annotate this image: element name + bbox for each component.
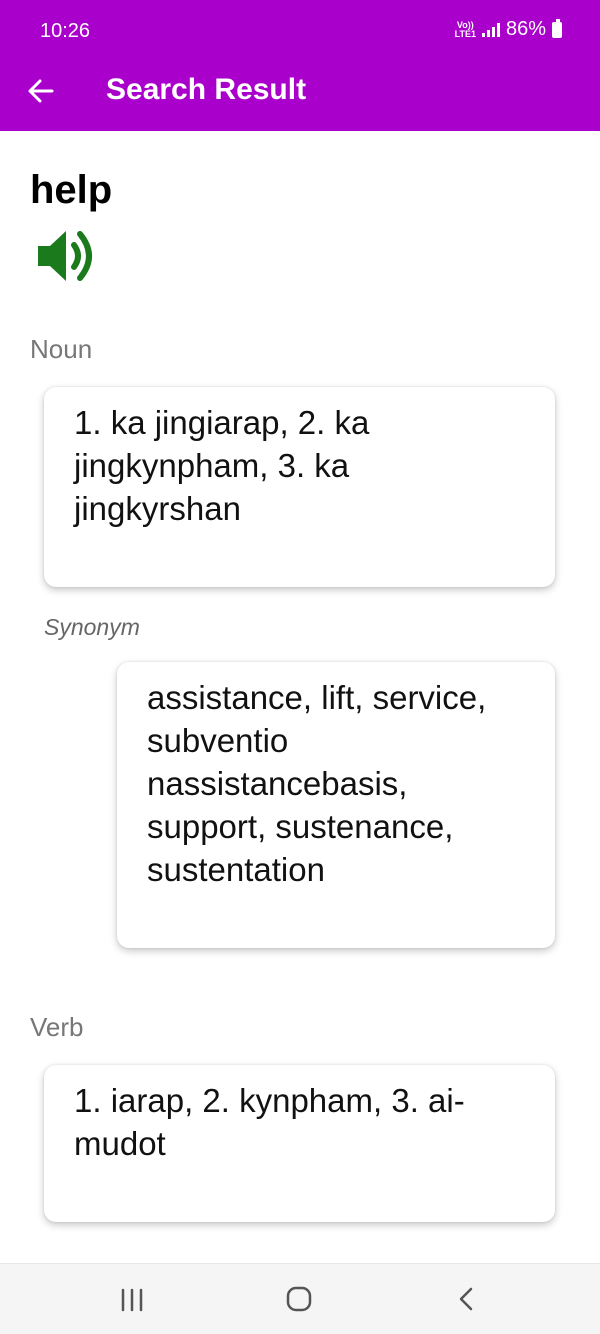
battery-percent: 86%	[505, 18, 546, 40]
signal-icon	[481, 22, 500, 37]
recents-icon[interactable]	[118, 1288, 146, 1312]
network-indicator-icon: Vo)) LTE1	[454, 19, 476, 39]
page-title: Search Result	[106, 73, 307, 106]
noun-label: Noun	[30, 334, 93, 364]
status-icons: Vo)) LTE1 86%	[455, 18, 562, 41]
home-icon[interactable]	[286, 1286, 312, 1312]
app-bar: 10:26 Vo)) LTE1 86% Search Result	[0, 0, 600, 131]
noun-meaning-card: 1. ka jingiarap, 2. ka jingkynpham, 3. k…	[44, 387, 555, 587]
search-word: help	[30, 168, 113, 212]
noun-meaning-text: 1. ka jingiarap, 2. ka jingkynpham, 3. k…	[74, 404, 370, 527]
system-nav-bar	[0, 1263, 600, 1334]
speaker-icon[interactable]	[36, 228, 96, 284]
nav-back-icon[interactable]	[456, 1286, 476, 1312]
battery-icon	[552, 18, 562, 38]
synonym-text: assistance, lift, service, subventio nas…	[147, 679, 487, 888]
synonym-card: assistance, lift, service, subventio nas…	[117, 662, 555, 948]
synonym-label: Synonym	[44, 614, 140, 640]
status-time: 10:26	[40, 20, 91, 42]
verb-meaning-text: 1. iarap, 2. kynpham, 3. ai-mudot	[74, 1082, 465, 1162]
verb-label: Verb	[30, 1012, 84, 1042]
back-arrow-icon[interactable]	[26, 76, 56, 106]
verb-meaning-card: 1. iarap, 2. kynpham, 3. ai-mudot	[44, 1065, 555, 1222]
status-bar: 10:26 Vo)) LTE1 86%	[0, 0, 600, 64]
